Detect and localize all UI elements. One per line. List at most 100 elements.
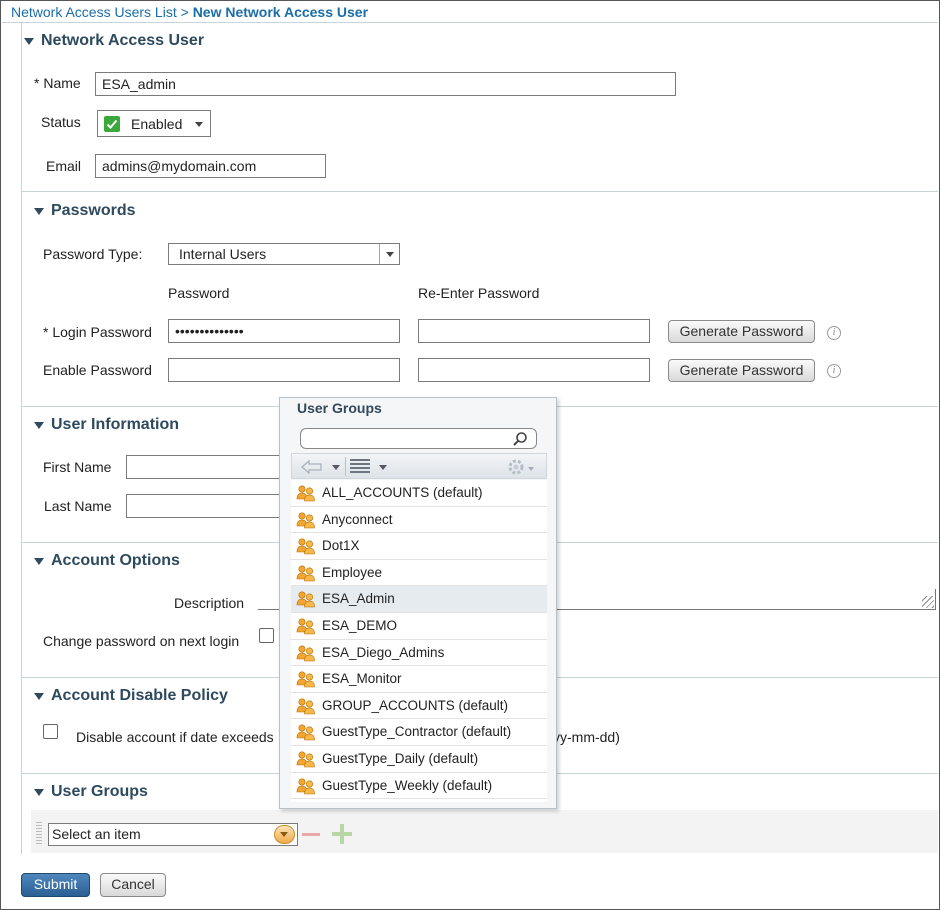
resize-grip-icon[interactable] [922,596,934,608]
login-password-label: * Login Password [43,324,152,340]
chevron-down-icon[interactable] [379,465,387,470]
user-group-icon [296,484,316,502]
dropdown-toggle-icon[interactable] [274,825,295,844]
submit-button[interactable]: Submit [21,873,90,897]
user-group-select-value: Select an item [52,826,141,842]
collapse-triangle-icon[interactable] [24,38,34,45]
section-title-user-groups: User Groups [51,783,148,800]
collapse-triangle-icon[interactable] [34,422,44,429]
change-password-checkbox[interactable] [259,628,274,643]
date-format-hint: yy-mm-dd) [553,729,620,745]
login-password-input[interactable]: •••••••••••••• [168,319,400,343]
collapse-triangle-icon[interactable] [34,558,44,565]
list-item[interactable]: ALL_ACCOUNTS (default) [291,480,547,507]
enabled-check-icon [104,116,120,132]
section-title-account-options: Account Options [51,552,180,569]
status-dropdown[interactable]: Enabled [97,110,211,137]
user-group-list: ALL_ACCOUNTS (default) Anyconnect Dot1X Emp… [291,480,547,802]
name-label: * Name [34,75,81,91]
password-type-dropdown[interactable]: Internal Users [168,243,400,265]
first-name-input[interactable] [126,455,286,479]
user-group-icon [296,697,316,715]
user-group-icon [296,590,316,608]
list-view-icon[interactable] [350,459,370,475]
disable-account-checkbox[interactable] [43,724,58,739]
back-arrow-icon[interactable] [301,459,323,475]
user-group-select[interactable]: Select an item [48,823,298,846]
section-title-user-information: User Information [51,416,180,433]
password-type-value: Internal Users [179,246,267,262]
form-left-border [21,22,22,854]
section-divider [21,191,938,192]
list-item-label: GuestType_Daily (default) [322,751,479,766]
drag-handle-icon[interactable] [36,822,42,844]
collapse-triangle-icon[interactable] [34,208,44,215]
popup-title: User Groups [297,400,382,416]
chevron-down-icon [379,244,399,264]
add-icon[interactable] [332,824,352,844]
description-label: Description [174,595,245,611]
section-title-network-access-user: Network Access User [41,32,205,49]
list-item[interactable]: GuestType_Weekly (default) [291,773,547,800]
generate-login-password-button[interactable]: Generate Password [668,320,815,343]
list-item[interactable]: GuestType_Contractor (default) [291,719,547,746]
last-name-label: Last Name [44,498,112,514]
status-value: Enabled [131,116,183,132]
info-icon[interactable]: i [827,326,841,340]
login-password-reenter-input[interactable] [418,319,650,343]
user-group-icon [296,723,316,741]
email-label: Email [46,158,82,174]
email-input[interactable]: admins@mydomain.com [95,154,326,178]
enable-password-label: Enable Password [43,362,152,378]
list-item[interactable]: ESA_DEMO [291,613,547,640]
list-item[interactable]: ESA_Monitor [291,666,547,693]
last-name-input[interactable] [126,494,286,518]
list-item[interactable]: Employee [291,560,547,587]
list-item[interactable]: ESA_Admin [291,586,547,613]
reenter-password-column-header: Re-Enter Password [418,285,540,301]
list-item-label: GuestType_Weekly (default) [322,777,493,793]
user-group-icon [296,511,316,529]
chevron-down-icon[interactable] [332,465,340,470]
list-item-label: Anyconnect [322,511,393,527]
chevron-down-icon[interactable] [528,467,534,471]
chevron-down-icon [195,122,203,127]
generate-enable-password-button[interactable]: Generate Password [668,359,815,382]
list-item-label: ESA_Admin [322,591,395,607]
enable-password-reenter-input[interactable] [418,358,650,382]
user-group-icon [296,750,316,768]
list-item-label: ESA_Diego_Admins [322,644,445,660]
name-input[interactable]: ESA_admin [95,72,676,96]
user-group-icon [296,537,316,555]
list-item-label: ALL_ACCOUNTS (default) [322,485,483,500]
user-group-icon [296,564,316,582]
user-group-icon [296,617,316,635]
collapse-triangle-icon[interactable] [34,693,44,700]
user-group-icon [296,777,316,795]
list-item[interactable]: GROUP_ACCOUNTS (default) [291,693,547,720]
breadcrumb-separator: > [176,4,193,20]
popup-toolbar [291,453,547,479]
enable-password-input[interactable] [168,358,400,382]
search-icon[interactable] [512,431,528,447]
list-item-label: GuestType_Contractor (default) [322,724,512,740]
list-item[interactable]: Dot1X [291,533,547,560]
group-search-input[interactable] [300,428,537,449]
breadcrumb-current: New Network Access User [192,4,369,20]
breadcrumb: Network Access Users List > New Network … [11,4,368,20]
info-icon[interactable]: i [827,364,841,378]
list-item-label: Employee [322,564,383,580]
breadcrumb-divider [2,22,938,23]
list-item[interactable]: Anyconnect [291,507,547,534]
list-item[interactable]: GuestType_Daily (default) [291,746,547,773]
user-groups-popup: User Groups ALL_ACCOUNTS (default) Anycon… [279,397,557,809]
gear-icon[interactable] [506,457,526,477]
collapse-triangle-icon[interactable] [34,789,44,796]
breadcrumb-parent-link[interactable]: Network Access Users List [11,4,177,20]
user-group-icon [296,644,316,662]
first-name-label: First Name [43,459,112,475]
password-column-header: Password [168,285,230,301]
list-item[interactable]: ESA_Diego_Admins [291,640,547,667]
cancel-button[interactable]: Cancel [100,873,166,897]
remove-icon[interactable] [302,833,320,836]
